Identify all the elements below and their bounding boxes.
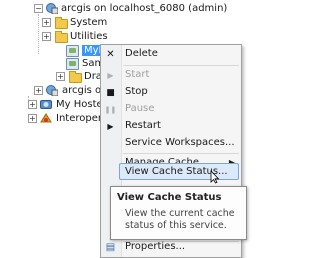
menu-item-start[interactable]: ▶ Start [101,67,241,84]
close-icon: ✕ [106,49,115,60]
properties-icon: ▤ [105,242,116,253]
expand-toggle[interactable]: + [34,86,43,95]
menu-item-restart[interactable]: ▶ Restart [101,118,241,135]
tree-node-arcgis-other[interactable]: + arcgis o [34,83,101,98]
restart-icon: ▶ [107,122,114,131]
folder-icon [54,17,68,29]
play-icon: ▶ [107,71,114,80]
service-icon [66,58,79,70]
mouse-cursor-icon [210,170,220,184]
tree-node-interop[interactable]: + Interoperal [28,111,111,126]
pause-icon: ❚❚ [104,105,117,114]
server-label: arcgis on localhost_6080 (admin) [61,3,228,14]
tree-node-server[interactable]: − arcgis on localhost_6080 (admin) [34,1,227,16]
interoperability-icon [40,113,53,124]
folder-icon [54,31,68,43]
utilities-label: Utilities [70,31,108,42]
tree-connector [38,14,39,54]
tooltip-body: View the current cache status of this se… [125,208,235,231]
menu-separator [123,65,239,66]
stop-icon: ■ [106,87,115,98]
menu-separator [123,153,239,154]
server-icon [46,3,59,15]
tree-node-hosted[interactable]: + My Hosted [28,97,109,112]
expand-toggle[interactable]: + [56,72,65,81]
menu-item-service-workspaces[interactable]: Service Workspaces... [101,135,241,152]
tooltip-title: View Cache Status [117,192,222,203]
folder-icon [68,71,82,83]
menu-item-delete[interactable]: ✕ Delete [101,46,241,63]
expand-toggle[interactable]: + [28,114,37,123]
tooltip-view-cache-status: View Cache Status View the current cache… [110,186,247,240]
expand-toggle[interactable]: + [42,32,51,41]
collapse-toggle[interactable]: − [34,4,43,13]
tree-node-system[interactable]: + System [42,15,107,30]
expand-toggle[interactable]: + [28,100,37,109]
system-label: System [70,17,108,28]
menu-item-properties[interactable]: ▤ Properties... [101,239,241,256]
arcgis-other-label: arcgis o [62,85,102,96]
menu-item-pause[interactable]: ❚❚ Pause [101,101,241,118]
expand-toggle[interactable]: + [42,18,51,27]
menu-item-view-cache-status[interactable]: View Cache Status... [119,163,239,180]
server-icon [46,85,59,97]
menu-item-stop[interactable]: ■ Stop [101,84,241,101]
hosted-services-icon [40,99,53,110]
tree-node-utilities[interactable]: + Utilities [42,29,108,44]
service-icon [66,45,79,57]
